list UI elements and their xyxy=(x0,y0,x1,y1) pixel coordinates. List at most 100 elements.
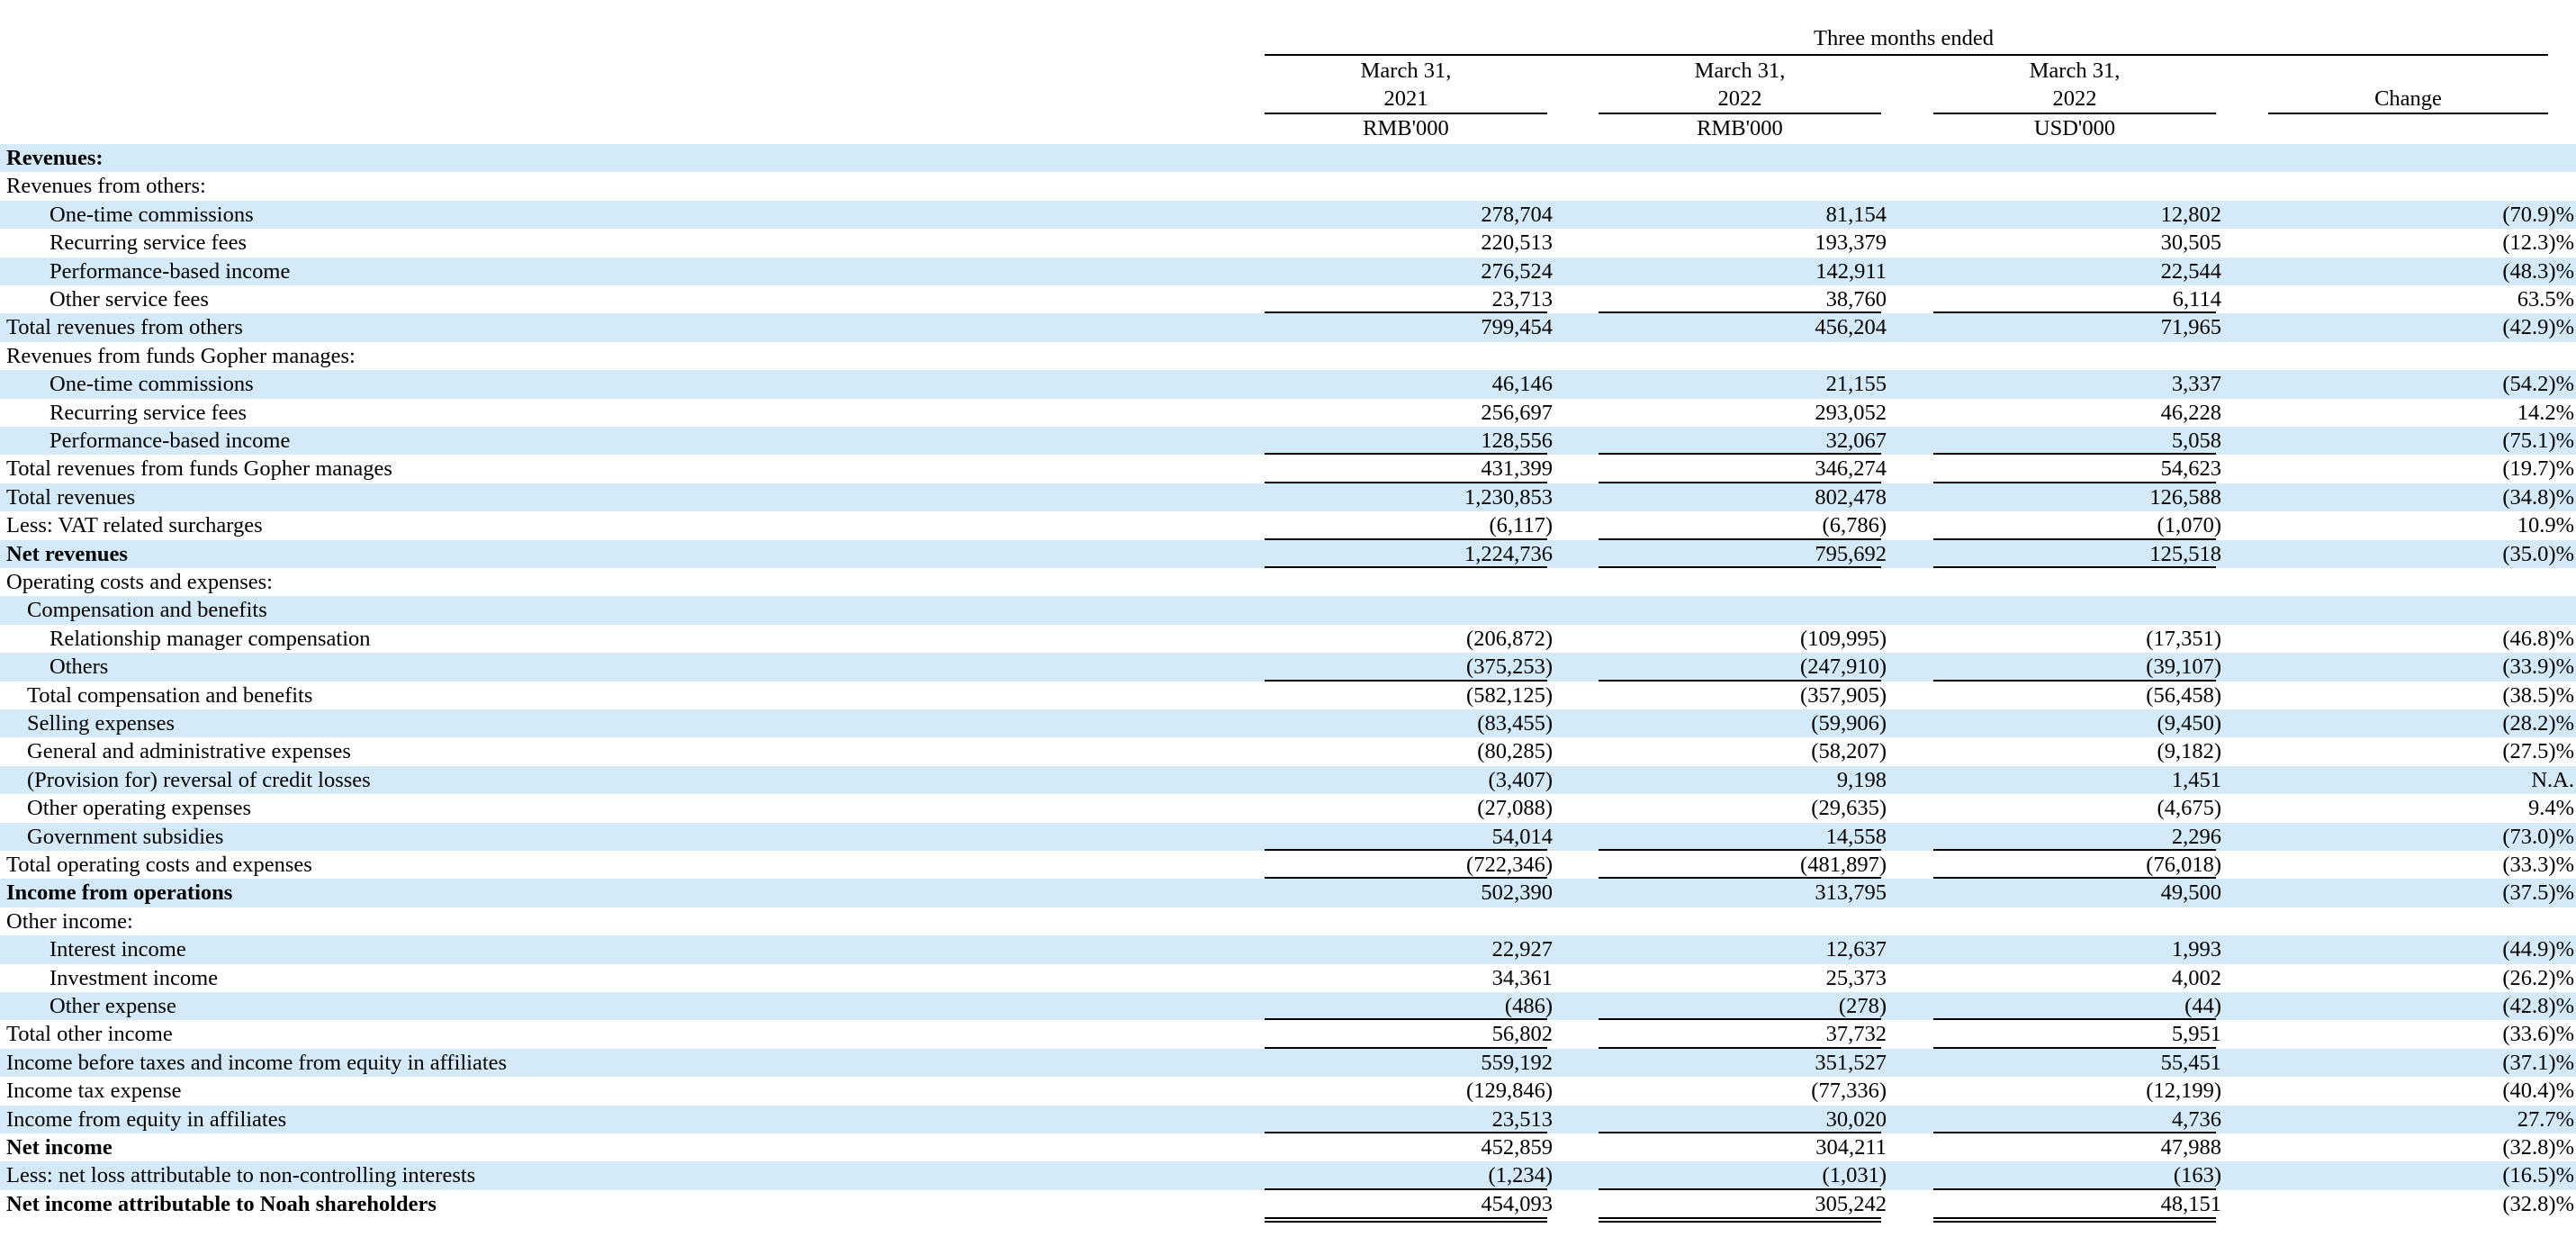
cell-col-4: (33.3)% xyxy=(2502,853,2574,877)
cell-col-4: (44.9)% xyxy=(2502,937,2574,962)
cell-col-3: 54,623 xyxy=(2160,456,2221,482)
cell-col-3: (9,182) xyxy=(2157,739,2221,764)
table-row: Total revenues 1,230,853 802,478 126,588 (34… xyxy=(0,483,2576,512)
cell-col-4: (42.9)% xyxy=(2502,315,2574,340)
cell-col-4: (75.1)% xyxy=(2502,429,2574,453)
period-header: Three months ended xyxy=(1813,26,1995,50)
table-row: Relationship manager compensation (206,87… xyxy=(0,625,2576,653)
row-label: Income from operations xyxy=(6,880,233,906)
cell-col-4: 10.9% xyxy=(2517,513,2574,538)
cell-col-3: 22,544 xyxy=(2160,258,2221,284)
row-label: Operating costs and expenses: xyxy=(6,570,273,594)
col-header-4-rule xyxy=(2268,113,2548,114)
cell-col-2: 305,242 xyxy=(1815,1191,1887,1216)
row-label: Investment income xyxy=(50,965,219,990)
cell-col-4: (73.0)% xyxy=(2502,824,2574,849)
col-header-3-line2: 2022 xyxy=(2052,86,2097,111)
col-header-1-line1: March 31, xyxy=(1360,59,1452,83)
cell-col-3: 49,500 xyxy=(2160,880,2221,906)
row-label: Government subsidies xyxy=(27,824,224,849)
row-label: Net revenues xyxy=(6,541,128,566)
cell-col-3: (56,458) xyxy=(2146,682,2221,708)
cell-col-4: (32.8)% xyxy=(2502,1135,2574,1160)
cell-col-3: (44) xyxy=(2184,994,2221,1018)
cell-col-4: (27.5)% xyxy=(2502,739,2574,764)
cell-col-1: (486) xyxy=(1504,994,1553,1018)
cell-col-1: 431,399 xyxy=(1481,456,1553,482)
cell-col-2: 9,198 xyxy=(1836,767,1887,792)
cell-col-1: (80,285) xyxy=(1477,739,1553,764)
cell-col-4: 27.7% xyxy=(2517,1106,2574,1132)
cell-col-3: 5,951 xyxy=(2171,1022,2221,1047)
cell-col-1: 278,704 xyxy=(1481,202,1553,227)
cell-col-3: 3,337 xyxy=(2171,372,2221,397)
row-label: Income tax expense xyxy=(6,1079,182,1104)
cell-col-3: 2,296 xyxy=(2171,824,2221,849)
table-row: One-time commissions 278,704 81,154 12,802 (… xyxy=(0,200,2576,230)
row-label: One-time commissions xyxy=(50,372,254,397)
cell-col-2: 313,795 xyxy=(1815,880,1887,906)
table-row: Other service fees 23,713 38,760 6,114 63.5% xyxy=(0,285,2576,314)
cell-col-1: 454,093 xyxy=(1481,1191,1553,1216)
table-row: Revenues from others: xyxy=(0,172,2576,200)
cell-col-1: 220,513 xyxy=(1481,230,1553,256)
col-header-3-unit: USD'000 xyxy=(2033,116,2116,140)
table-row: (Provision for) reversal of credit losse… xyxy=(0,765,2576,795)
cell-col-3: 125,518 xyxy=(2149,541,2221,566)
cell-col-1: (3,407) xyxy=(1488,767,1553,792)
table-row: Operating costs and expenses: xyxy=(0,568,2576,596)
col-header-2-line2: 2022 xyxy=(1717,86,1762,111)
cell-col-4: (19.7)% xyxy=(2502,456,2574,482)
cell-col-4: N.A. xyxy=(2531,767,2574,792)
row-label: Total other income xyxy=(6,1022,173,1047)
row-label: Recurring service fees xyxy=(50,400,248,425)
cell-col-1: 22,927 xyxy=(1491,937,1553,962)
cell-col-2: 30,020 xyxy=(1825,1106,1887,1132)
cell-col-4: (42.8)% xyxy=(2502,994,2574,1018)
cell-col-4: (46.8)% xyxy=(2502,626,2574,651)
table-row: One-time commissions 46,146 21,155 3,337 (54… xyxy=(0,370,2576,399)
cell-col-2: 351,527 xyxy=(1815,1050,1887,1075)
cell-col-4: (34.8)% xyxy=(2502,484,2574,510)
cell-col-2: (247,910) xyxy=(1800,655,1887,680)
row-label: Total revenues from funds Gopher manages xyxy=(6,456,392,482)
cell-col-3: (9,450) xyxy=(2157,711,2221,736)
row-label: Interest income xyxy=(50,937,186,962)
cell-col-3: (4,675) xyxy=(2157,796,2221,821)
row-label: Total revenues xyxy=(6,484,136,510)
cell-col-2: (58,207) xyxy=(1811,739,1887,764)
cell-col-3: 6,114 xyxy=(2172,287,2221,311)
cell-col-3: (163) xyxy=(2173,1163,2221,1188)
cell-col-3: (76,018) xyxy=(2146,853,2221,877)
table-row: Revenues from funds Gopher manages: xyxy=(0,342,2576,370)
table-row: Government subsidies 54,014 14,558 2,296 (73… xyxy=(0,822,2576,851)
cell-col-4: (37.5)% xyxy=(2502,880,2574,906)
table-row: Other operating expenses (27,088) (29,635)… xyxy=(0,794,2576,822)
table-row: Compensation and benefits xyxy=(0,596,2576,625)
cell-col-1: 34,361 xyxy=(1491,965,1553,990)
table-row: Income tax expense (129,846) (77,336) (12,1… xyxy=(0,1077,2576,1105)
row-label: Performance-based income xyxy=(50,429,291,453)
cell-col-1: 799,454 xyxy=(1481,315,1553,340)
cell-col-4: (54.2)% xyxy=(2502,372,2574,397)
cell-col-1: 559,192 xyxy=(1481,1050,1553,1075)
cell-col-3: 47,988 xyxy=(2160,1135,2221,1160)
cell-col-1: (375,253) xyxy=(1466,655,1553,680)
cell-col-1: 23,713 xyxy=(1491,287,1553,311)
cell-col-1: (27,088) xyxy=(1477,796,1553,821)
cell-col-1: 128,556 xyxy=(1481,429,1553,453)
col-header-1-unit: RMB'000 xyxy=(1363,116,1449,140)
cell-col-4: (40.4)% xyxy=(2502,1079,2574,1104)
table-row: Total revenues from others 799,454 456,204… xyxy=(0,313,2576,342)
cell-col-2: 37,732 xyxy=(1825,1022,1887,1047)
row-label: Other expense xyxy=(50,994,176,1018)
table-row: Others (375,253) (247,910) (39,107) (33.9)% xyxy=(0,653,2576,682)
cell-col-1: 502,390 xyxy=(1481,880,1553,906)
cell-col-1: 1,230,853 xyxy=(1464,484,1553,510)
cell-col-4: (35.0)% xyxy=(2502,541,2574,566)
table-row: Less: net loss attributable to non-contr… xyxy=(0,1161,2576,1190)
cell-col-3: 46,228 xyxy=(2160,400,2221,425)
double-underline xyxy=(1265,1217,1547,1223)
cell-col-3: 30,505 xyxy=(2160,230,2221,256)
row-label: Revenues from funds Gopher manages: xyxy=(6,343,356,368)
